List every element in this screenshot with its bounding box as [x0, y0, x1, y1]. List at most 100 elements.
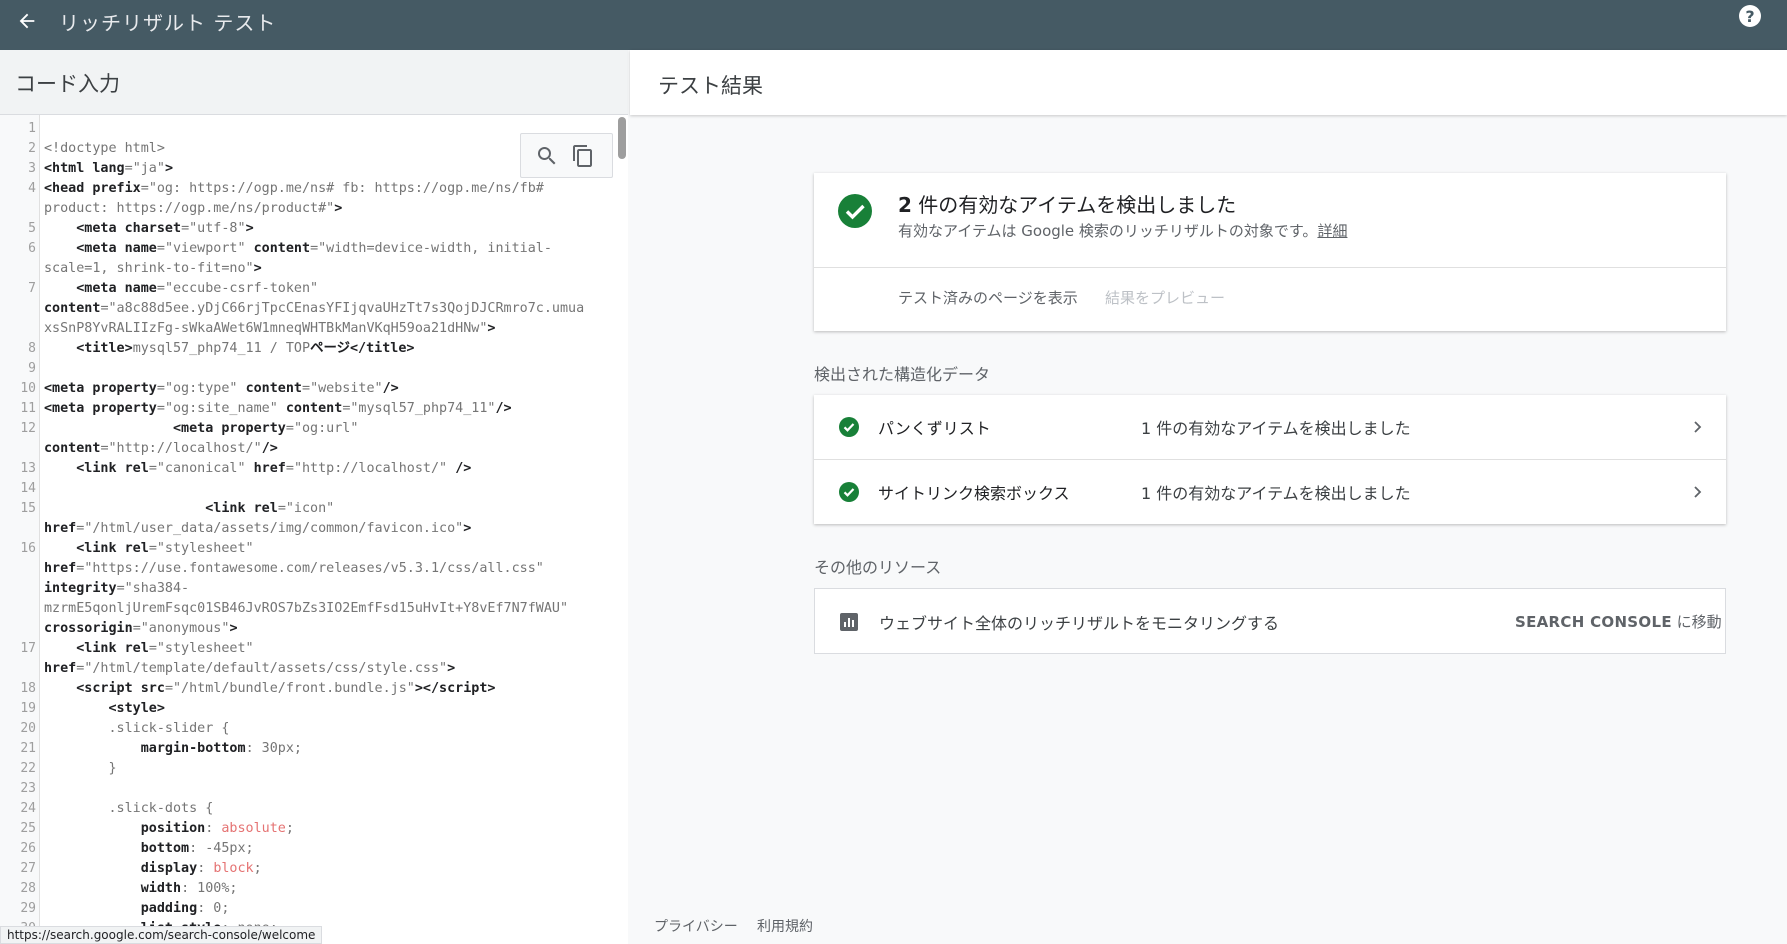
structured-data-list: パンくずリスト 1 件の有効なアイテムを検出しました サイトリンク検索ボックス … — [814, 395, 1726, 524]
code-line: 20 .slick-slider { — [0, 719, 610, 739]
code-scrollbar[interactable] — [618, 117, 626, 159]
back-arrow-icon[interactable] — [14, 8, 40, 34]
line-number: 14 — [20, 481, 36, 496]
valid-check-icon — [838, 194, 872, 228]
test-results-header: テスト結果 — [630, 50, 1787, 115]
line-number: 21 — [20, 741, 36, 756]
chevron-right-icon — [1689, 484, 1705, 500]
app-bar: リッチリザルト テスト ? — [0, 0, 1787, 50]
code-text: padding: 0; — [140, 901, 230, 916]
code-text: href="/html/user_data/assets/img/common/… — [44, 521, 472, 536]
view-tested-page-button[interactable]: テスト済みのページを表示 — [898, 287, 1078, 308]
code-text: <meta name="viewport" content="width=dev… — [76, 241, 552, 256]
line-number: 7 — [28, 281, 36, 296]
code-text: scale=1, shrink-to-fit=no"> — [44, 261, 262, 276]
code-line: 14 — [0, 479, 610, 499]
code-line: 4 <head prefix="og: https://ogp.me/ns# fb… — [0, 179, 610, 199]
privacy-link[interactable]: プライバシー — [654, 916, 738, 936]
code-text: <link rel="canonical" href="http://local… — [76, 461, 472, 476]
code-line: crossorigin="anonymous"> — [0, 619, 610, 639]
code-line: 13 <link rel="canonical" href="http://lo… — [0, 459, 610, 479]
code-line: 3 <html lang="ja"> — [0, 159, 610, 179]
code-line: 8 <title>mysql57_php74_11 / TOPページ</titl… — [0, 339, 610, 359]
line-number: 3 — [28, 161, 36, 176]
code-text: width: 100%; — [140, 881, 238, 896]
line-number: 15 — [20, 501, 36, 516]
code-text: crossorigin="anonymous"> — [44, 621, 238, 636]
line-number: 22 — [20, 761, 36, 776]
code-text: margin-bottom: 30px; — [140, 741, 302, 756]
code-line: 7 <meta name="eccube-csrf-token" — [0, 279, 610, 299]
code-line: 25 position: absolute; — [0, 819, 610, 839]
divider — [814, 267, 1726, 268]
app-title: リッチリザルト テスト — [59, 11, 277, 35]
valid-check-icon — [839, 417, 859, 437]
valid-item-count: 2 — [898, 193, 912, 217]
code-line: 19 <style> — [0, 699, 610, 719]
go-to-search-console-link[interactable]: SEARCH CONSOLE に移動 — [1515, 611, 1722, 632]
summary-card: 2 件の有効なアイテムを検出しました 有効なアイテムは Google 検索のリッ… — [814, 173, 1726, 331]
code-input-heading: コード入力 — [15, 72, 120, 96]
code-text: display: block; — [140, 861, 262, 876]
code-text: <head prefix="og: https://ogp.me/ns# fb:… — [44, 181, 544, 196]
code-text: <html lang="ja"> — [44, 161, 173, 176]
code-text: bottom: -45px; — [140, 841, 254, 856]
line-number: 24 — [20, 801, 36, 816]
line-number: 8 — [28, 341, 36, 356]
code-line: 26 bottom: -45px; — [0, 839, 610, 859]
code-text: .slick-dots { — [44, 801, 214, 816]
line-number: 9 — [28, 361, 36, 376]
line-number: 12 — [20, 421, 36, 436]
copy-icon[interactable] — [571, 144, 595, 168]
code-line: content="http://localhost/"/> — [0, 439, 610, 459]
code-text: <link rel="stylesheet" — [76, 641, 254, 656]
list-item[interactable]: パンくずリスト 1 件の有効なアイテムを検出しました — [814, 395, 1726, 460]
code-line: integrity="sha384- — [0, 579, 610, 599]
code-text: <meta property="og:type" content="websit… — [44, 381, 399, 396]
code-text: <title>mysql57_php74_11 / TOPページ</title> — [76, 341, 415, 356]
list-item[interactable]: サイトリンク検索ボックス 1 件の有効なアイテムを検出しました — [814, 460, 1726, 524]
code-line: product: https://ogp.me/ns/product#"> — [0, 199, 610, 219]
search-icon[interactable] — [535, 144, 559, 168]
code-line: 10 <meta property="og:type" content="webs… — [0, 379, 610, 399]
line-number: 17 — [20, 641, 36, 656]
line-number: 16 — [20, 541, 36, 556]
line-number: 11 — [20, 401, 36, 416]
code-text: <script src="/html/bundle/front.bundle.j… — [76, 681, 496, 696]
code-line: 18 <script src="/html/bundle/front.bundl… — [0, 679, 610, 699]
code-line: 28 width: 100%; — [0, 879, 610, 899]
code-input-header: コード入力 — [0, 50, 628, 115]
line-number: 6 — [28, 241, 36, 256]
line-number: 2 — [28, 141, 36, 156]
code-line: 12 <meta property="og:url" — [0, 419, 610, 439]
code-text: href="/html/template/default/assets/css/… — [44, 661, 456, 676]
line-number: 28 — [20, 881, 36, 896]
code-line: xsSnP8YvRALIIzFg-sWkaAWet6W1mneqWHTBkMan… — [0, 319, 610, 339]
valid-check-icon — [839, 482, 859, 502]
code-line: 16 <link rel="stylesheet" — [0, 539, 610, 559]
link-rest-text: に移動 — [1671, 613, 1722, 631]
code-line: href="https://use.fontawesome.com/releas… — [0, 559, 610, 579]
code-text: <!doctype html> — [44, 141, 165, 156]
code-line: 6 <meta name="viewport" content="width=d… — [0, 239, 610, 259]
code-editor[interactable]: 1 2 <!doctype html> 3 <html lang="ja"> 4 <head… — [0, 115, 628, 944]
preview-results-button[interactable]: 結果をプレビュー — [1105, 287, 1225, 308]
terms-link[interactable]: 利用規約 — [757, 916, 813, 936]
status-bar-url: https://search.google.com/search-console… — [0, 926, 323, 944]
code-line: href="/html/user_data/assets/img/common/… — [0, 519, 610, 539]
line-number: 27 — [20, 861, 36, 876]
detected-structured-data-label: 検出された構造化データ — [814, 365, 991, 384]
search-console-resource: ウェブサイト全体のリッチリザルトをモニタリングする SEARCH CONSOLE… — [814, 588, 1726, 654]
code-line: 21 margin-bottom: 30px; — [0, 739, 610, 759]
code-text: content="http://localhost/"/> — [44, 441, 278, 456]
line-number: 29 — [20, 901, 36, 916]
code-text: .slick-slider { — [44, 721, 230, 736]
code-line: mzrmE5qonljUremFsqc01SB46JvROS7bZs3IO2Em… — [0, 599, 610, 619]
line-number: 4 — [28, 181, 36, 196]
line-number: 23 — [20, 781, 36, 796]
code-toolbar — [520, 133, 613, 178]
code-text: product: https://ogp.me/ns/product#"> — [44, 201, 343, 216]
details-link[interactable]: 詳細 — [1317, 222, 1347, 240]
help-icon[interactable]: ? — [1739, 5, 1761, 27]
code-text: <meta charset="utf-8"> — [76, 221, 254, 236]
